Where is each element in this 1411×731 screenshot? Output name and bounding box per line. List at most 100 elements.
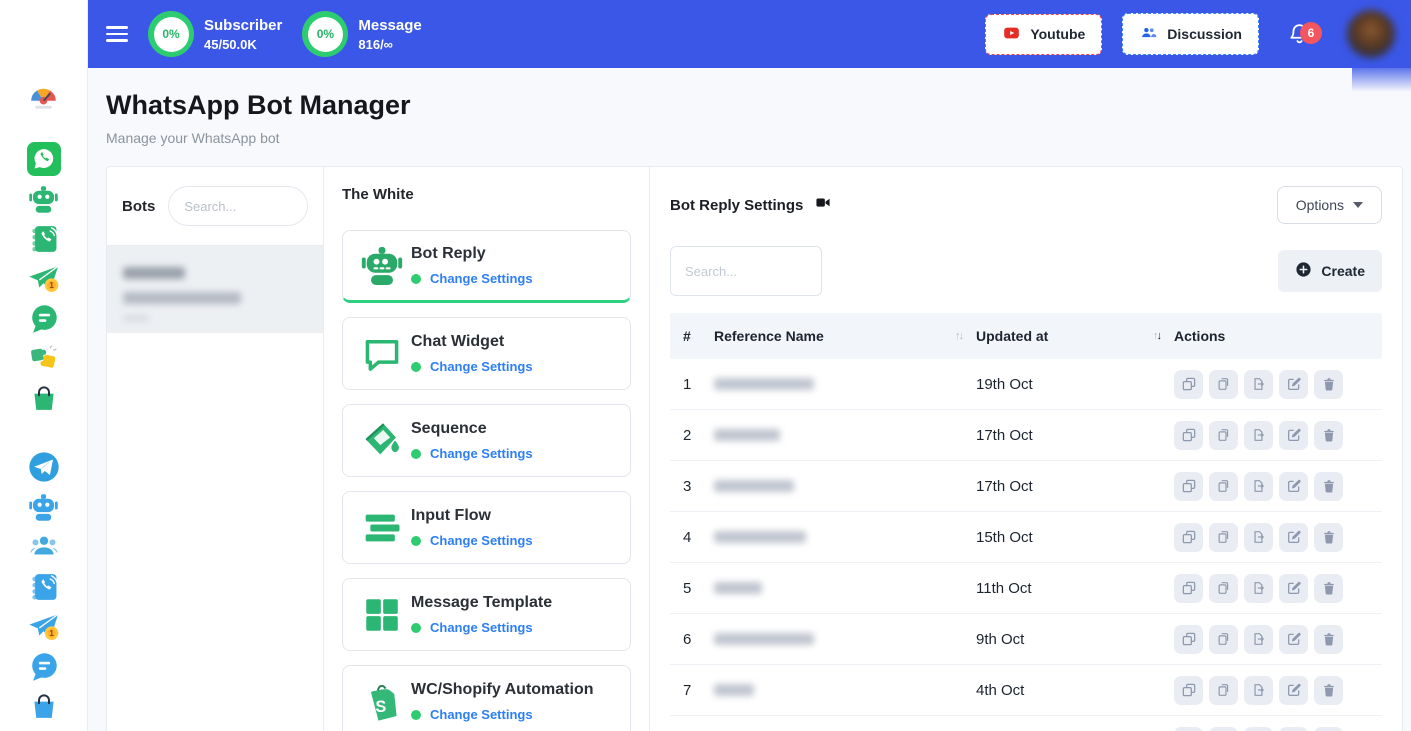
setting-card-bot-reply[interactable]: Bot Reply Change Settings <box>342 230 631 303</box>
edit-button[interactable] <box>1279 421 1308 450</box>
sidebar-item-telegram-store[interactable] <box>27 690 61 724</box>
subscriber-value: 45/50.0K <box>204 37 282 52</box>
sidebar-item-whatsapp-chat[interactable] <box>27 302 61 336</box>
row-index: 7 <box>670 682 714 699</box>
sidebar-item-telegram-chat[interactable] <box>27 650 61 684</box>
sidebar-item-telegram-contacts[interactable] <box>27 570 61 604</box>
export-button[interactable] <box>1244 472 1273 501</box>
duplicate-button[interactable] <box>1209 370 1238 399</box>
copy-button[interactable] <box>1174 421 1203 450</box>
delete-button[interactable] <box>1314 523 1343 552</box>
bots-search-input[interactable] <box>168 186 308 226</box>
duplicate-button[interactable] <box>1209 625 1238 654</box>
sidebar-item-whatsapp-bot[interactable] <box>27 182 61 216</box>
sidebar-item-integrations[interactable] <box>27 342 61 376</box>
setting-card-wc-shopify[interactable]: SWC/Shopify AutomationChange Settings <box>342 665 631 731</box>
sidebar-item-dashboard[interactable] <box>27 80 61 114</box>
copy-button[interactable] <box>1174 727 1203 731</box>
plus-circle-icon <box>1295 261 1312 281</box>
edit-button[interactable] <box>1279 676 1308 705</box>
delete-button[interactable] <box>1314 727 1343 731</box>
change-settings-link[interactable]: Change Settings <box>430 533 533 548</box>
delete-button[interactable] <box>1314 370 1343 399</box>
create-button[interactable]: Create <box>1278 250 1382 292</box>
row-actions <box>1174 421 1382 450</box>
duplicate-button[interactable] <box>1209 727 1238 731</box>
delete-button[interactable] <box>1314 574 1343 603</box>
youtube-button[interactable]: Youtube <box>985 14 1102 55</box>
main-content: WhatsApp Bot Manager Manage your WhatsAp… <box>88 68 1411 731</box>
export-button[interactable] <box>1244 574 1273 603</box>
edit-button[interactable] <box>1279 523 1308 552</box>
updated-at: 15th Oct <box>976 529 1174 546</box>
sort-icon-updated-at[interactable]: ↑↓ <box>1153 331 1160 342</box>
setting-card-input-flow[interactable]: Input FlowChange Settings <box>342 491 631 564</box>
sidebar-item-telegram-group[interactable] <box>27 530 61 564</box>
edit-button[interactable] <box>1279 625 1308 654</box>
video-tutorial-icon[interactable] <box>814 195 832 215</box>
notifications-button[interactable]: 6 <box>1287 20 1313 48</box>
copy-button[interactable] <box>1174 370 1203 399</box>
copy-button[interactable] <box>1174 574 1203 603</box>
sidebar-item-whatsapp-store[interactable] <box>27 382 61 416</box>
copy-button[interactable] <box>1174 472 1203 501</box>
edit-button[interactable] <box>1279 574 1308 603</box>
setting-card-chat-widget[interactable]: Chat WidgetChange Settings <box>342 317 631 390</box>
sidebar-item-whatsapp-contacts[interactable] <box>27 222 61 256</box>
sidebar-item-whatsapp[interactable] <box>27 142 61 176</box>
discussion-button[interactable]: Discussion <box>1122 13 1259 55</box>
sidebar-item-telegram[interactable] <box>27 450 61 484</box>
change-settings-link[interactable]: Change Settings <box>430 707 533 722</box>
duplicate-button[interactable] <box>1209 676 1238 705</box>
delete-button[interactable] <box>1314 625 1343 654</box>
sidebar-item-whatsapp-broadcast[interactable]: 1 <box>27 262 61 296</box>
export-button[interactable] <box>1244 625 1273 654</box>
delete-button[interactable] <box>1314 472 1343 501</box>
export-button[interactable] <box>1244 421 1273 450</box>
app-root: 11 0% Subscriber 45/50.0K 0% Message <box>0 0 1411 731</box>
export-button[interactable] <box>1244 523 1273 552</box>
message-progress-ring: 0% <box>302 11 348 57</box>
edit-button[interactable] <box>1279 727 1308 731</box>
sidebar-item-telegram-bot[interactable] <box>27 490 61 524</box>
updated-at: 19th Oct <box>976 376 1174 393</box>
column-header-updated-at: Updated at <box>976 328 1048 344</box>
setting-card-sequence[interactable]: SequenceChange Settings <box>342 404 631 477</box>
duplicate-button[interactable] <box>1209 421 1238 450</box>
change-settings-link[interactable]: Change Settings <box>430 446 533 461</box>
message-label: Message <box>358 17 421 34</box>
sort-icon-reference-name[interactable]: ↑↓ <box>955 331 962 342</box>
duplicate-button[interactable] <box>1209 472 1238 501</box>
copy-button[interactable] <box>1174 625 1203 654</box>
delete-button[interactable] <box>1314 676 1343 705</box>
redacted-bot-meta <box>123 316 149 321</box>
redacted-bot-phone <box>123 292 241 304</box>
reply-settings-title: Bot Reply Settings <box>670 197 803 214</box>
edit-button[interactable] <box>1279 370 1308 399</box>
setting-card-message-template[interactable]: Message TemplateChange Settings <box>342 578 631 651</box>
selected-bot-title: The White <box>342 186 631 203</box>
delete-button[interactable] <box>1314 421 1343 450</box>
options-button[interactable]: Options <box>1277 186 1382 224</box>
copy-button[interactable] <box>1174 676 1203 705</box>
setting-card-title: Bot Reply <box>411 245 533 263</box>
duplicate-button[interactable] <box>1209 523 1238 552</box>
table-search-input[interactable] <box>670 246 822 296</box>
change-settings-link[interactable]: Change Settings <box>430 271 533 286</box>
change-settings-link[interactable]: Change Settings <box>430 620 533 635</box>
setting-card-title: WC/Shopify Automation <box>411 681 594 699</box>
avatar[interactable] <box>1347 10 1395 58</box>
export-button[interactable] <box>1244 676 1273 705</box>
change-settings-link[interactable]: Change Settings <box>430 359 533 374</box>
edit-button[interactable] <box>1279 472 1308 501</box>
export-button[interactable] <box>1244 370 1273 399</box>
duplicate-button[interactable] <box>1209 574 1238 603</box>
subscriber-progress-ring: 0% <box>148 11 194 57</box>
bot-reply-settings-panel: Bot Reply Settings Options Create <box>650 167 1402 731</box>
bot-list-item-selected[interactable] <box>107 246 323 333</box>
menu-toggle-icon[interactable] <box>106 26 128 42</box>
export-button[interactable] <box>1244 727 1273 731</box>
copy-button[interactable] <box>1174 523 1203 552</box>
message-stat: 0% Message 816/∞ <box>302 11 421 57</box>
sidebar-item-telegram-broadcast[interactable]: 1 <box>27 610 61 644</box>
